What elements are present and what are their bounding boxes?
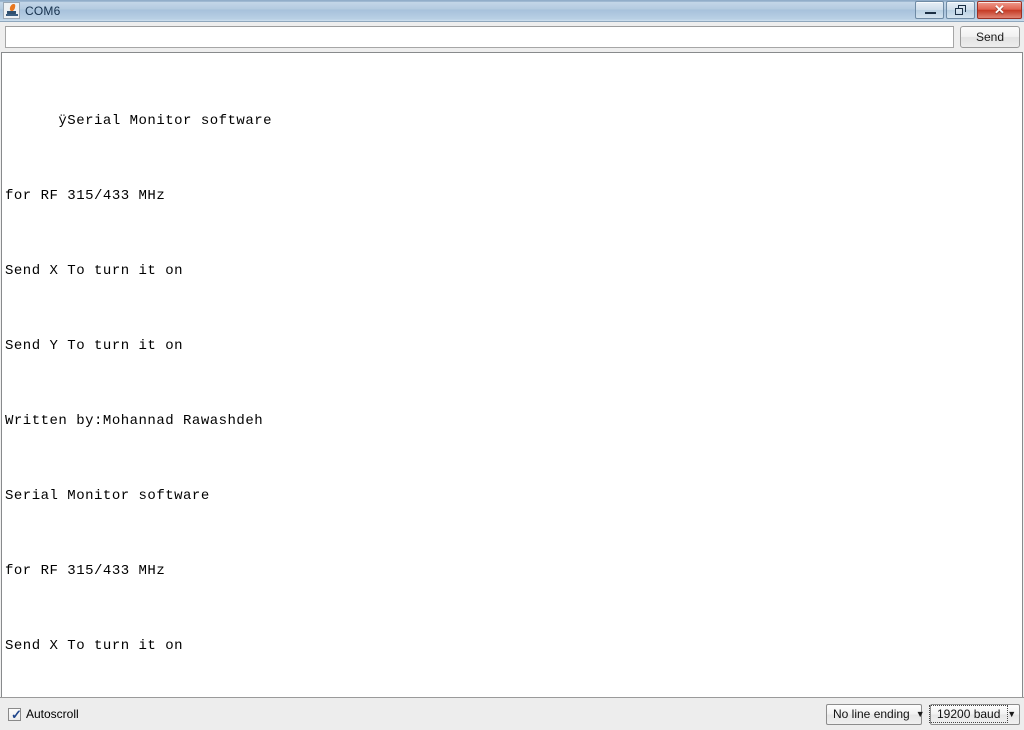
chevron-down-icon: ▼ <box>915 708 925 719</box>
autoscroll-checkbox[interactable]: ✓ Autoscroll <box>8 707 79 721</box>
line-ending-value: No line ending <box>833 707 910 721</box>
window-controls: ✕ <box>915 1 1022 19</box>
serial-output-area[interactable]: ÿSerial Monitor software for RF 315/433 … <box>1 52 1023 697</box>
baud-rate-dropdown[interactable]: 19200 baud ▼ <box>928 703 1020 725</box>
chevron-down-icon: ▼ <box>1007 708 1017 719</box>
checkmark-icon: ✓ <box>11 706 22 722</box>
baud-rate-value: 19200 baud <box>928 705 1009 723</box>
output-line: ÿSerial Monitor software <box>5 113 273 129</box>
minimize-icon <box>925 12 936 14</box>
serial-monitor-window: COM6 ✕ Send ÿSerial Monitor software for… <box>0 0 1024 730</box>
output-line: Send Y To turn it on <box>5 338 184 354</box>
minimize-button[interactable] <box>915 1 944 19</box>
output-line: Written by:Mohannad Rawashdeh <box>5 413 264 429</box>
checkbox-box[interactable]: ✓ <box>8 706 22 722</box>
serial-output-text: ÿSerial Monitor software for RF 315/433 … <box>2 53 1022 697</box>
restore-button[interactable] <box>946 1 975 19</box>
statusbar: ✓ Autoscroll No line ending ▼ 19200 baud… <box>0 697 1024 730</box>
java-coffee-cup-icon <box>3 2 20 19</box>
autoscroll-label: Autoscroll <box>26 707 79 721</box>
send-toolbar: Send <box>0 22 1024 52</box>
send-button[interactable]: Send <box>960 26 1020 48</box>
line-ending-dropdown[interactable]: No line ending ▼ <box>826 703 925 725</box>
titlebar[interactable]: COM6 ✕ <box>0 0 1024 22</box>
output-line: Send X To turn it on <box>5 638 184 654</box>
send-input[interactable] <box>5 26 954 48</box>
output-line: Serial Monitor software <box>5 488 210 504</box>
output-line: for RF 315/433 MHz <box>5 563 166 579</box>
close-button[interactable]: ✕ <box>977 1 1022 19</box>
output-line: for RF 315/433 MHz <box>5 188 166 204</box>
output-line: Send X To turn it on <box>5 263 184 279</box>
window-title: COM6 <box>25 3 61 18</box>
close-icon: ✕ <box>994 2 1005 17</box>
